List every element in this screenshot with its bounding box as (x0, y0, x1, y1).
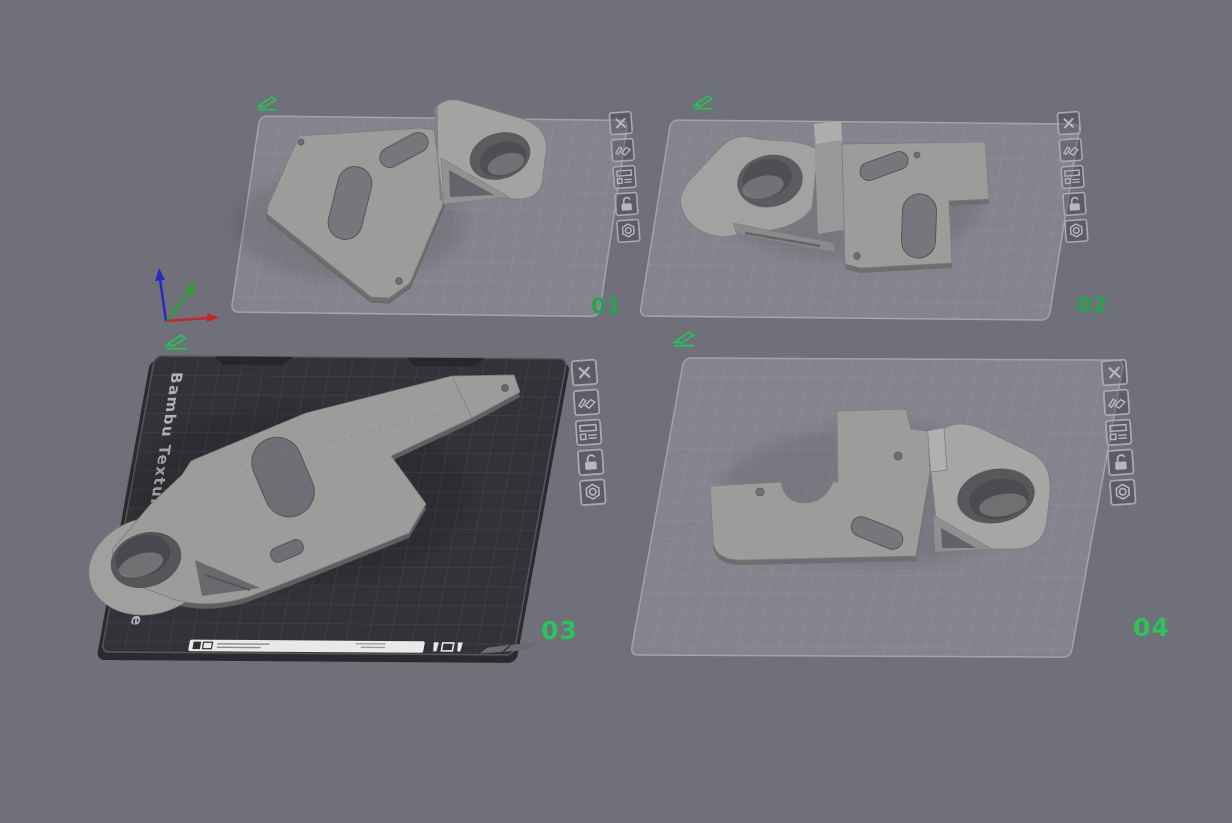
plate-number: 01 (591, 294, 622, 318)
edit-plate-icon[interactable] (1059, 139, 1082, 162)
lock-plate-icon[interactable] (1063, 192, 1086, 215)
rename-plate-pencil-icon[interactable] (257, 96, 278, 111)
plate-settings-icon[interactable] (617, 219, 640, 242)
delete-plate-icon[interactable] (1101, 360, 1127, 386)
build-plate-04[interactable]: 04 (630, 331, 1170, 658)
rename-plate-pencil-icon[interactable] (165, 334, 188, 350)
lock-plate-icon[interactable] (578, 449, 604, 475)
plate-settings-icon[interactable] (1110, 479, 1136, 505)
plate-info-icon[interactable] (576, 419, 602, 445)
rename-plate-pencil-icon[interactable] (673, 331, 696, 347)
rename-plate-pencil-icon[interactable] (693, 95, 714, 110)
plate-tab-notch (215, 356, 293, 365)
plate-toolbar (609, 112, 640, 243)
axis-gizmo (155, 268, 219, 323)
plate-info-icon[interactable] (613, 165, 636, 188)
build-plate-01[interactable]: 01 (155, 96, 640, 323)
lock-plate-icon[interactable] (1108, 449, 1134, 475)
qr-code-icon (192, 641, 202, 650)
delete-plate-icon[interactable] (1057, 112, 1080, 135)
build-plate-02[interactable]: 02 (639, 95, 1109, 321)
edit-plate-icon[interactable] (1104, 389, 1130, 415)
plate-number: 03 (541, 616, 578, 645)
plate-tab-notch (407, 357, 485, 367)
plate-number: 02 (1077, 293, 1108, 317)
plate-toolbar (571, 360, 605, 506)
delete-plate-icon[interactable] (609, 112, 632, 135)
plate-info-icon[interactable] (1061, 165, 1084, 188)
plate-info-icon[interactable] (1106, 419, 1132, 445)
edit-plate-icon[interactable] (574, 389, 600, 415)
build-plate-03[interactable]: Bambu Textured PEI Plate (78, 334, 606, 663)
plate-number: 04 (1133, 613, 1170, 642)
lock-plate-icon[interactable] (615, 192, 638, 215)
plate-toolbar (1101, 360, 1135, 506)
plate-settings-icon[interactable] (1065, 219, 1088, 242)
slicer-viewport: 01 02 03 04 (0, 0, 1232, 823)
edit-plate-icon[interactable] (611, 139, 634, 162)
plate-settings-icon[interactable] (580, 479, 606, 505)
delete-plate-icon[interactable] (571, 360, 597, 386)
scene-canvas: 01 02 03 04 (78, 95, 1170, 663)
